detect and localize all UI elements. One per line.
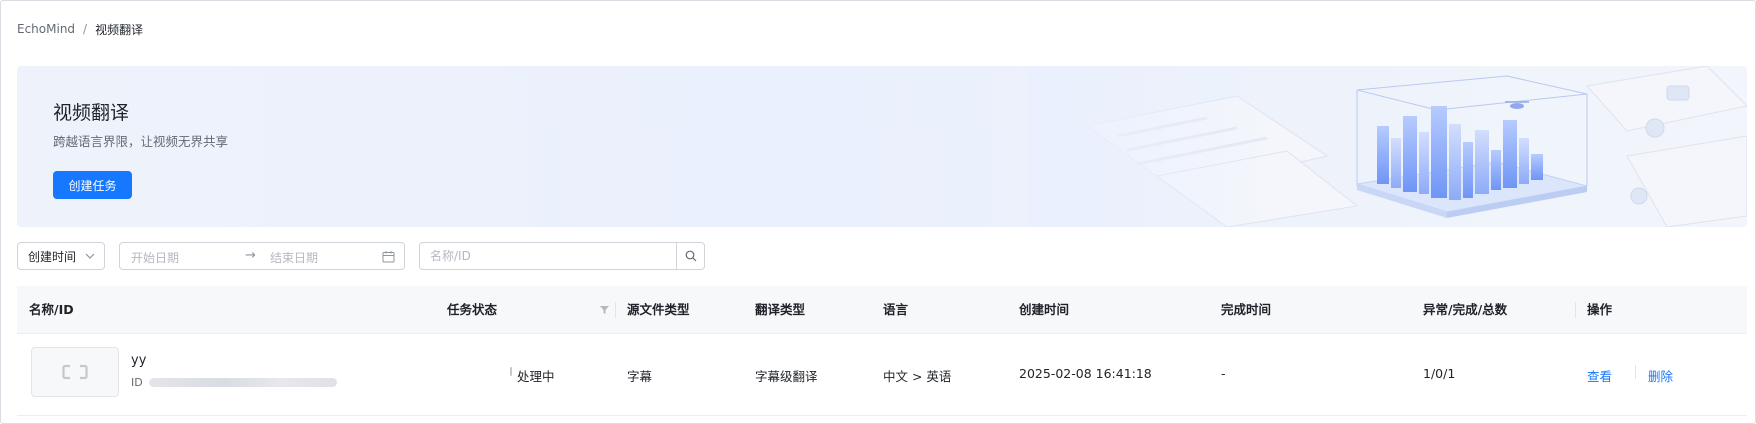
task-status: 处理中 (517, 369, 555, 384)
task-id-label: ID (131, 376, 143, 389)
search-button[interactable] (676, 243, 704, 269)
date-range-picker[interactable]: 开始日期 → 结束日期 (119, 242, 405, 270)
status-indicator (510, 367, 512, 376)
column-header-language: 语言 (883, 302, 909, 317)
column-header-actions: 操作 (1587, 302, 1613, 317)
action-divider (1635, 365, 1636, 379)
task-name: yy (131, 353, 147, 368)
column-header-name: 名称/ID (29, 302, 74, 317)
calendar-icon (382, 251, 395, 263)
sort-field-select[interactable]: 创建时间 (17, 242, 105, 270)
task-id: ID (131, 376, 337, 389)
breadcrumb-separator: / (83, 22, 88, 36)
chevron-down-icon (85, 253, 95, 259)
view-link[interactable]: 查看 (1587, 366, 1612, 385)
error-done-total-counts: 1/0/1 (1423, 366, 1456, 381)
breadcrumb-current: 视频翻译 (95, 22, 144, 37)
column-header-status: 任务状态 (447, 302, 498, 317)
date-end-input[interactable]: 结束日期 (270, 249, 318, 266)
city-illustration (1027, 66, 1747, 227)
column-divider (615, 302, 616, 318)
column-header-counts: 异常/完成/总数 (1423, 302, 1508, 317)
source-file-type: 字幕 (627, 369, 653, 384)
date-start-input[interactable]: 开始日期 (131, 249, 179, 266)
filter-icon[interactable] (599, 304, 610, 315)
column-divider (1575, 302, 1576, 318)
page-title: 视频翻译 (53, 102, 130, 124)
video-thumbnail[interactable] (31, 347, 119, 397)
arrow-right-icon: → (245, 248, 256, 263)
language-pair: 中文 > 英语 (883, 369, 952, 384)
finished-time: - (1221, 366, 1226, 381)
column-header-created: 创建时间 (1019, 302, 1070, 317)
page-frame: EchoMind / 视频翻译 视频翻译 跨越语言界限，让视频无界共享 创建任务 (0, 0, 1756, 424)
breadcrumb: EchoMind / 视频翻译 (17, 19, 143, 39)
table-row: yy ID 处理中 字幕 字幕级翻译 中文 > 英语 2025-02-08 16… (17, 334, 1747, 416)
create-task-button[interactable]: 创建任务 (53, 171, 132, 199)
column-header-finished: 完成时间 (1221, 302, 1272, 317)
video-placeholder-icon (62, 364, 88, 380)
page-subtitle: 跨越语言界限，让视频无界共享 (53, 134, 229, 149)
hero-banner: 视频翻译 跨越语言界限，让视频无界共享 创建任务 (17, 66, 1747, 227)
search-box (419, 242, 705, 270)
blurred-id-value (148, 378, 337, 387)
search-icon (685, 250, 696, 262)
search-input[interactable] (420, 243, 676, 269)
column-header-source-type: 源文件类型 (627, 302, 690, 317)
translate-type: 字幕级翻译 (755, 369, 818, 384)
column-header-translate-type: 翻译类型 (755, 302, 806, 317)
sort-field-value: 创建时间 (28, 249, 77, 264)
breadcrumb-root-link[interactable]: EchoMind (17, 22, 75, 36)
created-time: 2025-02-08 16:41:18 (1019, 366, 1152, 381)
delete-link[interactable]: 删除 (1648, 366, 1673, 385)
table-header: 名称/ID 任务状态 源文件类型 翻译类型 语言 创建时间 完成时间 异常/完成… (17, 286, 1747, 334)
